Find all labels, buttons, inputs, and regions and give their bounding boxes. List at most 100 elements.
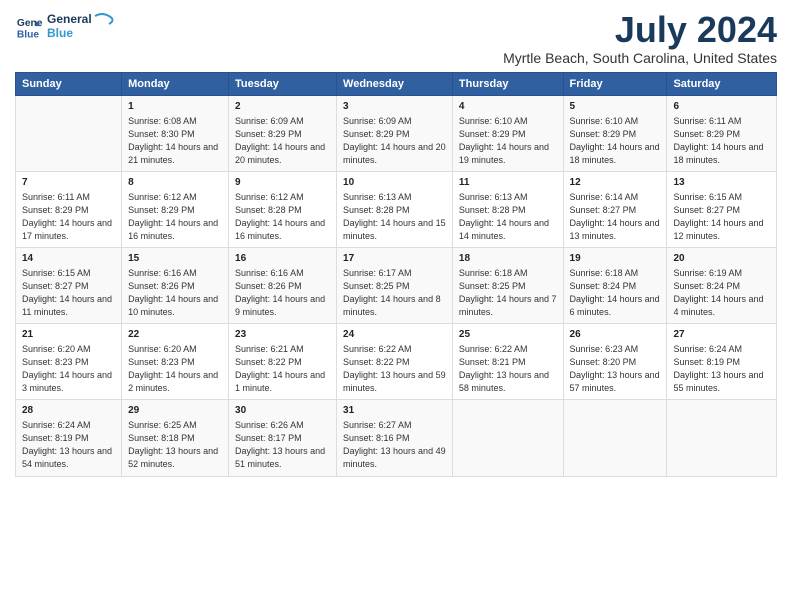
table-row xyxy=(16,95,122,171)
table-row: 9 Sunrise: 6:12 AMSunset: 8:28 PMDayligh… xyxy=(229,171,337,247)
table-row: 14 Sunrise: 6:15 AMSunset: 8:27 PMDaylig… xyxy=(16,247,122,323)
table-row: 4 Sunrise: 6:10 AMSunset: 8:29 PMDayligh… xyxy=(452,95,563,171)
table-row: 10 Sunrise: 6:13 AMSunset: 8:28 PMDaylig… xyxy=(337,171,453,247)
table-row: 11 Sunrise: 6:13 AMSunset: 8:28 PMDaylig… xyxy=(452,171,563,247)
table-row: 7 Sunrise: 6:11 AMSunset: 8:29 PMDayligh… xyxy=(16,171,122,247)
day-number: 20 xyxy=(673,252,770,266)
logo-icon: General Blue xyxy=(15,13,43,41)
day-content: Sunrise: 6:15 AMSunset: 8:27 PMDaylight:… xyxy=(673,191,770,243)
main-container: General Blue General Blue July 2024 Myrt… xyxy=(0,0,792,482)
day-content: Sunrise: 6:24 AMSunset: 8:19 PMDaylight:… xyxy=(22,419,115,471)
day-content: Sunrise: 6:10 AMSunset: 8:29 PMDaylight:… xyxy=(570,115,661,167)
table-row: 8 Sunrise: 6:12 AMSunset: 8:29 PMDayligh… xyxy=(122,171,229,247)
table-row: 3 Sunrise: 6:09 AMSunset: 8:29 PMDayligh… xyxy=(337,95,453,171)
calendar-table: Sunday Monday Tuesday Wednesday Thursday… xyxy=(15,72,777,477)
day-content: Sunrise: 6:15 AMSunset: 8:27 PMDaylight:… xyxy=(22,267,115,319)
calendar-week-row: 14 Sunrise: 6:15 AMSunset: 8:27 PMDaylig… xyxy=(16,247,777,323)
calendar-week-row: 7 Sunrise: 6:11 AMSunset: 8:29 PMDayligh… xyxy=(16,171,777,247)
table-row: 24 Sunrise: 6:22 AMSunset: 8:22 PMDaylig… xyxy=(337,324,453,400)
day-number: 19 xyxy=(570,252,661,266)
table-row: 26 Sunrise: 6:23 AMSunset: 8:20 PMDaylig… xyxy=(563,324,667,400)
day-content: Sunrise: 6:16 AMSunset: 8:26 PMDaylight:… xyxy=(235,267,330,319)
day-content: Sunrise: 6:24 AMSunset: 8:19 PMDaylight:… xyxy=(673,343,770,395)
day-number: 24 xyxy=(343,328,446,342)
logo: General Blue General Blue xyxy=(15,10,117,44)
table-row: 12 Sunrise: 6:14 AMSunset: 8:27 PMDaylig… xyxy=(563,171,667,247)
table-row: 19 Sunrise: 6:18 AMSunset: 8:24 PMDaylig… xyxy=(563,247,667,323)
calendar-week-row: 28 Sunrise: 6:24 AMSunset: 8:19 PMDaylig… xyxy=(16,400,777,476)
table-row: 29 Sunrise: 6:25 AMSunset: 8:18 PMDaylig… xyxy=(122,400,229,476)
day-number: 16 xyxy=(235,252,330,266)
day-content: Sunrise: 6:09 AMSunset: 8:29 PMDaylight:… xyxy=(235,115,330,167)
table-row: 6 Sunrise: 6:11 AMSunset: 8:29 PMDayligh… xyxy=(667,95,777,171)
day-number: 22 xyxy=(128,328,222,342)
col-tuesday: Tuesday xyxy=(229,72,337,95)
svg-text:Blue: Blue xyxy=(47,26,73,40)
day-number: 2 xyxy=(235,100,330,114)
day-content: Sunrise: 6:18 AMSunset: 8:25 PMDaylight:… xyxy=(459,267,557,319)
day-content: Sunrise: 6:18 AMSunset: 8:24 PMDaylight:… xyxy=(570,267,661,319)
day-content: Sunrise: 6:27 AMSunset: 8:16 PMDaylight:… xyxy=(343,419,446,471)
calendar-week-row: 21 Sunrise: 6:20 AMSunset: 8:23 PMDaylig… xyxy=(16,324,777,400)
col-saturday: Saturday xyxy=(667,72,777,95)
col-thursday: Thursday xyxy=(452,72,563,95)
day-content: Sunrise: 6:20 AMSunset: 8:23 PMDaylight:… xyxy=(22,343,115,395)
table-row: 2 Sunrise: 6:09 AMSunset: 8:29 PMDayligh… xyxy=(229,95,337,171)
title-area: July 2024 Myrtle Beach, South Carolina, … xyxy=(503,10,777,66)
day-content: Sunrise: 6:13 AMSunset: 8:28 PMDaylight:… xyxy=(459,191,557,243)
table-row: 1 Sunrise: 6:08 AMSunset: 8:30 PMDayligh… xyxy=(122,95,229,171)
day-content: Sunrise: 6:11 AMSunset: 8:29 PMDaylight:… xyxy=(22,191,115,243)
col-sunday: Sunday xyxy=(16,72,122,95)
day-content: Sunrise: 6:19 AMSunset: 8:24 PMDaylight:… xyxy=(673,267,770,319)
table-row: 31 Sunrise: 6:27 AMSunset: 8:16 PMDaylig… xyxy=(337,400,453,476)
table-row: 16 Sunrise: 6:16 AMSunset: 8:26 PMDaylig… xyxy=(229,247,337,323)
page-subtitle: Myrtle Beach, South Carolina, United Sta… xyxy=(503,50,777,66)
table-row: 27 Sunrise: 6:24 AMSunset: 8:19 PMDaylig… xyxy=(667,324,777,400)
day-number: 4 xyxy=(459,100,557,114)
day-number: 1 xyxy=(128,100,222,114)
day-number: 17 xyxy=(343,252,446,266)
svg-text:General: General xyxy=(47,12,92,26)
day-number: 3 xyxy=(343,100,446,114)
table-row: 30 Sunrise: 6:26 AMSunset: 8:17 PMDaylig… xyxy=(229,400,337,476)
col-friday: Friday xyxy=(563,72,667,95)
table-row xyxy=(563,400,667,476)
day-number: 14 xyxy=(22,252,115,266)
day-number: 6 xyxy=(673,100,770,114)
day-number: 25 xyxy=(459,328,557,342)
day-content: Sunrise: 6:12 AMSunset: 8:28 PMDaylight:… xyxy=(235,191,330,243)
table-row xyxy=(667,400,777,476)
day-content: Sunrise: 6:11 AMSunset: 8:29 PMDaylight:… xyxy=(673,115,770,167)
day-number: 5 xyxy=(570,100,661,114)
table-row: 5 Sunrise: 6:10 AMSunset: 8:29 PMDayligh… xyxy=(563,95,667,171)
table-row: 21 Sunrise: 6:20 AMSunset: 8:23 PMDaylig… xyxy=(16,324,122,400)
day-content: Sunrise: 6:17 AMSunset: 8:25 PMDaylight:… xyxy=(343,267,446,319)
table-row: 22 Sunrise: 6:20 AMSunset: 8:23 PMDaylig… xyxy=(122,324,229,400)
table-row: 13 Sunrise: 6:15 AMSunset: 8:27 PMDaylig… xyxy=(667,171,777,247)
day-content: Sunrise: 6:16 AMSunset: 8:26 PMDaylight:… xyxy=(128,267,222,319)
table-row: 28 Sunrise: 6:24 AMSunset: 8:19 PMDaylig… xyxy=(16,400,122,476)
day-number: 9 xyxy=(235,176,330,190)
table-row: 25 Sunrise: 6:22 AMSunset: 8:21 PMDaylig… xyxy=(452,324,563,400)
day-number: 15 xyxy=(128,252,222,266)
day-content: Sunrise: 6:25 AMSunset: 8:18 PMDaylight:… xyxy=(128,419,222,471)
table-row: 20 Sunrise: 6:19 AMSunset: 8:24 PMDaylig… xyxy=(667,247,777,323)
svg-text:General: General xyxy=(17,18,43,29)
day-number: 13 xyxy=(673,176,770,190)
table-row xyxy=(452,400,563,476)
page-title: July 2024 xyxy=(503,10,777,50)
day-number: 26 xyxy=(570,328,661,342)
day-content: Sunrise: 6:20 AMSunset: 8:23 PMDaylight:… xyxy=(128,343,222,395)
day-number: 7 xyxy=(22,176,115,190)
day-number: 21 xyxy=(22,328,115,342)
day-number: 18 xyxy=(459,252,557,266)
day-number: 30 xyxy=(235,404,330,418)
svg-text:Blue: Blue xyxy=(17,29,40,40)
day-content: Sunrise: 6:14 AMSunset: 8:27 PMDaylight:… xyxy=(570,191,661,243)
day-number: 27 xyxy=(673,328,770,342)
day-number: 28 xyxy=(22,404,115,418)
day-content: Sunrise: 6:12 AMSunset: 8:29 PMDaylight:… xyxy=(128,191,222,243)
logo-wave-icon: General Blue xyxy=(47,10,117,44)
day-number: 29 xyxy=(128,404,222,418)
calendar-week-row: 1 Sunrise: 6:08 AMSunset: 8:30 PMDayligh… xyxy=(16,95,777,171)
